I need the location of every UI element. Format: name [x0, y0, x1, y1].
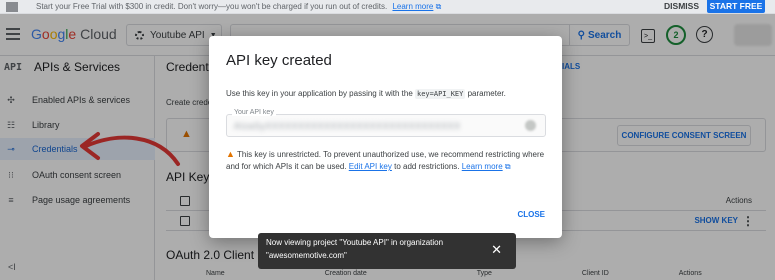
api-key-field[interactable]: Your API key AIzaSyXXXXXXXXXXXXXXXXXXXXX…	[226, 109, 546, 137]
close-icon[interactable]: ✕	[491, 242, 502, 258]
api-key-value[interactable]: AIzaSyXXXXXXXXXXXXXXXXXXXXXXXXXXXXXX	[234, 121, 461, 131]
api-key-param-code: key=API_KEY	[415, 89, 466, 99]
copy-icon[interactable]	[525, 120, 536, 131]
external-link-icon: ⧉	[504, 162, 511, 171]
learn-more-link[interactable]: Learn more	[462, 162, 503, 171]
external-link-icon: ⧉	[435, 1, 442, 11]
api-key-created-dialog: API key created Use this key in your app…	[209, 36, 562, 238]
warning-icon: ▲	[226, 149, 235, 159]
unrestricted-warning: ▲ This key is unrestricted. To prevent u…	[226, 149, 545, 171]
toast-line-2: "awesomemotive.com"	[266, 251, 347, 260]
dismiss-button[interactable]: DISMISS	[664, 0, 699, 12]
trial-message: Start your Free Trial with $300 in credi…	[36, 1, 442, 11]
start-free-button[interactable]: START FREE	[707, 0, 765, 13]
grid-icon	[6, 1, 18, 12]
toast-line-1: Now viewing project "Youtube API" in org…	[266, 238, 444, 247]
project-toast: Now viewing project "Youtube API" in org…	[258, 233, 516, 269]
trial-banner: Start your Free Trial with $300 in credi…	[0, 0, 775, 14]
edit-api-key-link[interactable]: Edit API key	[349, 162, 392, 171]
dialog-description: Use this key in your application by pass…	[226, 89, 506, 99]
dialog-title: API key created	[226, 52, 332, 69]
close-button[interactable]: CLOSE	[517, 210, 545, 219]
api-key-label: Your API key	[232, 109, 276, 116]
banner-learn-more-link[interactable]: Learn more	[392, 2, 433, 11]
